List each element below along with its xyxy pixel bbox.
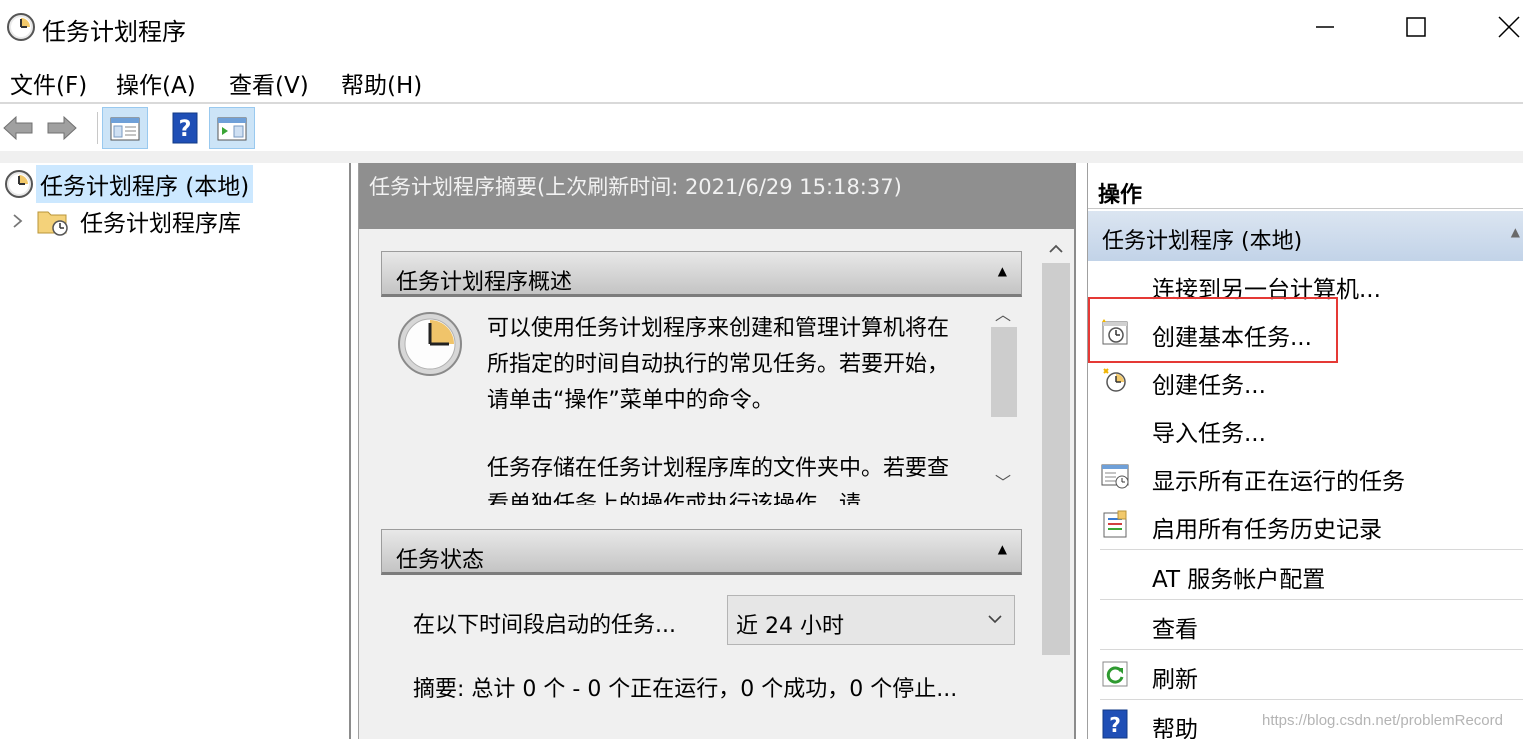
action-pane-icon: [217, 117, 247, 141]
summary-header: 任务计划程序摘要(上次刷新时间: 2021/6/29 15:18:37): [359, 163, 1074, 229]
clock-icon: [5, 170, 33, 198]
toolbar: ?: [0, 104, 1523, 152]
watermark: https://blog.csdn.net/problemRecord: [1262, 712, 1503, 729]
menu-help[interactable]: 帮助(H): [341, 66, 422, 100]
time-range-select[interactable]: 近 24 小时: [727, 595, 1015, 645]
overview-text: 可以使用任务计划程序来创建和管理计算机将在所指定的时间自动执行的常见任务。若要开…: [487, 311, 967, 505]
close-button[interactable]: [1486, 8, 1523, 46]
overview-paragraph: 可以使用任务计划程序来创建和管理计算机将在所指定的时间自动执行的常见任务。若要开…: [487, 316, 950, 413]
history-icon: [1103, 510, 1127, 538]
actions-section-header[interactable]: 任务计划程序 (本地) ▲: [1088, 211, 1523, 261]
scroll-down-icon[interactable]: ﹀: [995, 469, 1011, 493]
action-label: 创建任务...: [1152, 373, 1266, 399]
overview-body: 可以使用任务计划程序来创建和管理计算机将在所指定的时间自动执行的常见任务。若要开…: [381, 297, 1022, 505]
show-hide-tree-button[interactable]: [102, 107, 148, 149]
clock-icon: [7, 13, 35, 41]
actions-section-title: 任务计划程序 (本地): [1102, 229, 1303, 254]
action-at-service-config[interactable]: AT 服务帐户配置: [1088, 551, 1523, 599]
refresh-icon: [1102, 661, 1128, 687]
action-label: AT 服务帐户配置: [1152, 567, 1326, 593]
action-label: 导入任务...: [1152, 421, 1266, 447]
clock-icon: [398, 312, 462, 376]
collapse-up-icon[interactable]: ▲: [1511, 225, 1520, 239]
menu-file[interactable]: 文件(F): [10, 66, 87, 100]
toolbar-bottom-strip: [0, 151, 1523, 163]
menu-bar: 文件(F) 操作(A) 查看(V) 帮助(H): [0, 58, 1523, 102]
scroll-up-icon[interactable]: [1039, 237, 1073, 261]
help-toolbar-button[interactable]: ?: [168, 107, 202, 149]
overview-scrollbar[interactable]: ︿ ﹀: [987, 297, 1021, 497]
scrollbar-thumb[interactable]: [1042, 263, 1070, 655]
title-bar: 任务计划程序: [0, 0, 1523, 54]
help-icon: ?: [172, 112, 198, 144]
create-task-icon: [1103, 368, 1126, 392]
action-view[interactable]: 查看: [1088, 601, 1523, 649]
forward-button[interactable]: [44, 107, 80, 149]
minimize-button[interactable]: [1302, 8, 1348, 46]
minimize-icon: [1316, 26, 1334, 28]
action-separator: [1100, 649, 1523, 650]
action-label: 启用所有任务历史记录: [1152, 517, 1382, 543]
action-import-task[interactable]: 导入任务...: [1088, 405, 1523, 453]
highlight-annotation: [1088, 297, 1338, 363]
chevron-right-icon[interactable]: [8, 211, 28, 231]
forward-arrow-icon: [47, 115, 77, 141]
action-separator: [1100, 599, 1523, 600]
action-enable-history[interactable]: 启用所有任务历史记录: [1088, 501, 1523, 549]
actions-pane: 操作 任务计划程序 (本地) ▲ 连接到另一台计算机... 创建基本任务... …: [1087, 163, 1523, 739]
overview-section: 任务计划程序概述 ▲ 可以使用任务计划程序来创建和管理计算机将在所指定的时间自动…: [381, 251, 1022, 505]
tree-item-task-library[interactable]: 任务计划程序库: [0, 203, 245, 239]
menu-view[interactable]: 查看(V): [229, 66, 309, 100]
scrollbar-thumb[interactable]: [991, 327, 1017, 417]
chevron-down-icon: [988, 615, 1002, 624]
svg-text:?: ?: [1109, 713, 1121, 737]
time-range-label: 在以下时间段启动的任务...: [413, 613, 676, 638]
status-section-header[interactable]: 任务状态 ▲: [381, 529, 1022, 575]
maximize-button[interactable]: [1393, 8, 1439, 46]
action-label: 帮助: [1152, 717, 1198, 739]
action-create-task[interactable]: 创建任务...: [1088, 357, 1523, 405]
summary-pane: 任务计划程序摘要(上次刷新时间: 2021/6/29 15:18:37) 任务计…: [358, 163, 1076, 739]
action-label: 查看: [1152, 617, 1198, 643]
back-button[interactable]: [0, 107, 36, 149]
back-arrow-icon: [3, 115, 33, 141]
tree-item-label: 任务计划程序 (本地): [36, 165, 254, 203]
action-separator: [1100, 549, 1523, 550]
action-show-running-tasks[interactable]: 显示所有正在运行的任务: [1088, 453, 1523, 501]
help-icon: ?: [1102, 709, 1128, 739]
summary-scrollbar[interactable]: [1039, 231, 1073, 739]
action-label: 显示所有正在运行的任务: [1152, 469, 1405, 495]
svg-text:?: ?: [179, 117, 192, 142]
action-label: 刷新: [1152, 667, 1198, 693]
status-section-title: 任务状态: [396, 548, 485, 573]
actions-header: 操作: [1088, 169, 1523, 209]
toolbar-divider: [97, 112, 98, 144]
action-separator: [1100, 699, 1523, 700]
menu-action[interactable]: 操作(A): [116, 66, 196, 100]
tree-item-label: 任务计划程序库: [80, 211, 241, 237]
console-tree: 任务计划程序 (本地) 任务计划程序库: [0, 163, 351, 739]
status-section: 任务状态 ▲ 在以下时间段启动的任务... 近 24 小时 摘要: 总计 0 个…: [381, 529, 1022, 739]
maximize-icon: [1406, 17, 1426, 37]
collapse-up-icon[interactable]: ▲: [998, 264, 1007, 278]
status-summary: 摘要: 总计 0 个 - 0 个正在运行，0 个成功，0 个停止...: [413, 677, 958, 702]
collapse-up-icon[interactable]: ▲: [998, 542, 1007, 556]
action-refresh[interactable]: 刷新: [1088, 651, 1523, 699]
console-tree-icon: [110, 117, 140, 141]
window-title: 任务计划程序: [42, 18, 186, 46]
running-tasks-icon: [1101, 464, 1129, 489]
show-hide-action-pane-button[interactable]: [209, 107, 255, 149]
scroll-up-icon[interactable]: ︿: [995, 301, 1011, 325]
close-icon: [1498, 16, 1520, 38]
status-body: 在以下时间段启动的任务... 近 24 小时 摘要: 总计 0 个 - 0 个正…: [381, 575, 1022, 739]
folder-clock-icon: [37, 211, 68, 236]
overview-paragraph: 任务存储在任务计划程序库的文件夹中。若要查看单独任务上的操作或执行该操作，请: [487, 456, 950, 505]
overview-section-header[interactable]: 任务计划程序概述 ▲: [381, 251, 1022, 297]
overview-section-title: 任务计划程序概述: [396, 270, 573, 295]
time-range-value: 近 24 小时: [736, 614, 844, 639]
tree-item-scheduler-local[interactable]: 任务计划程序 (本地): [0, 165, 254, 203]
